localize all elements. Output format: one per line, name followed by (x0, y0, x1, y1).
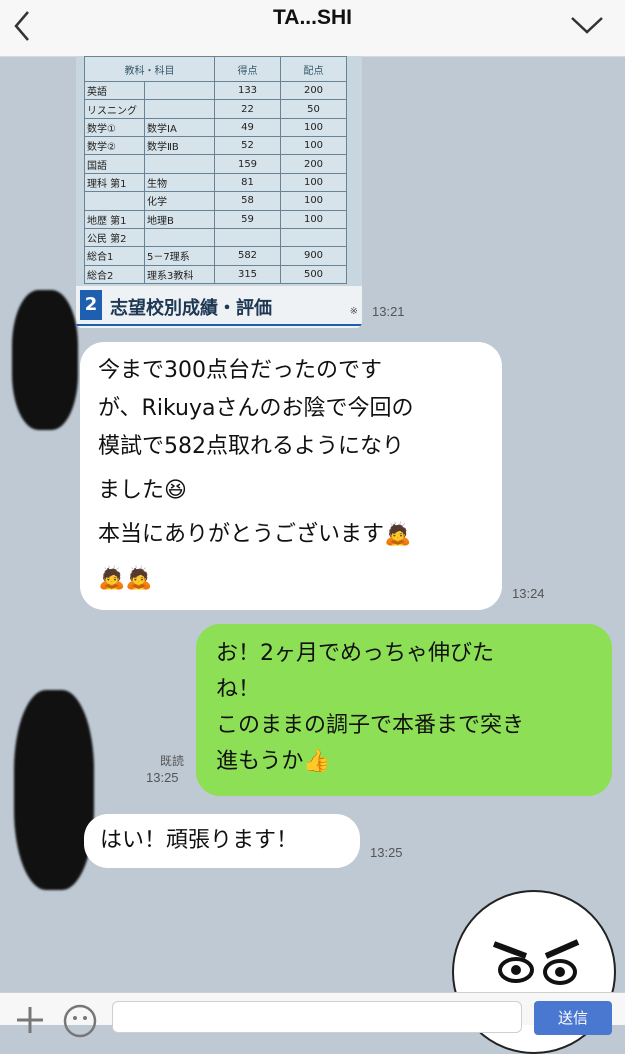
row-score: 81 (214, 172, 281, 193)
table-row: 理科 第1 生物 81 100 (84, 172, 347, 193)
row-sub: 生物 (144, 172, 215, 193)
section-title: 志望校別成績・評価 (110, 298, 272, 319)
message-time: 13:25 (146, 770, 179, 785)
row-score: 49 (214, 117, 281, 138)
send-button[interactable]: 送信 (534, 1001, 612, 1035)
message-time: 13:21 (372, 304, 405, 319)
message-line: 模試で582点取れるようになり (98, 434, 404, 459)
row-sub (144, 99, 215, 119)
row-score: 315 (214, 264, 281, 285)
table-row: 国語 159 200 (84, 154, 347, 174)
row-sub (144, 154, 215, 174)
message-line: が、Rikuyaさんのお陰で今回の (98, 396, 414, 421)
chat-header: TA...SHI (0, 0, 625, 57)
message-line: 今まで300点台だったのです (98, 358, 382, 383)
row-max: 100 (280, 136, 347, 156)
row-max: 200 (280, 80, 347, 101)
table-row: 数学① 数学ⅠA 49 100 (84, 117, 347, 138)
chevron-down-icon[interactable] (569, 12, 605, 38)
row-sub (144, 227, 215, 248)
table-row: 数学② 数学ⅡB 52 100 (84, 136, 347, 156)
row-label (84, 191, 145, 211)
sent-message-bubble[interactable]: お！2ヶ月でめっちゃ伸びた ね！ このままの調子で本番まで突き 進もうか👍 (196, 624, 612, 796)
received-message-bubble[interactable]: はい！頑張ります！ (84, 814, 360, 868)
score-table: 教科・科目 得点 配点 英語 133 200 リスニング 22 50 数学① 数学ⅠA 49… (84, 56, 347, 285)
message-line: ました😆 (98, 478, 187, 503)
table-row: 公民 第2 (84, 227, 347, 248)
row-score: 159 (214, 154, 281, 174)
row-max: 100 (280, 117, 347, 138)
row-label: リスニング (84, 99, 145, 119)
received-message-bubble[interactable]: 今まで300点台だったのです が、Rikuyaさんのお陰で今回の 模試で582点… (80, 342, 502, 610)
table-row: 化学 58 100 (84, 191, 347, 211)
row-max: 200 (280, 154, 347, 174)
table-row: 総合2 理系3教科 315 500 (84, 264, 347, 285)
input-bar: 送信 (0, 992, 625, 1038)
row-sub: 理系3教科 (144, 264, 215, 285)
row-sub: 地理B (144, 209, 215, 229)
table-row: 地歴 第1 地理B 59 100 (84, 209, 347, 229)
row-label: 理科 第1 (84, 172, 145, 193)
read-receipt: 既読 (160, 754, 185, 768)
row-score (214, 227, 281, 248)
avatar[interactable] (14, 690, 94, 890)
section-heading: 2 志望校別成績・評価 ※ (76, 286, 362, 328)
row-label: 数学① (84, 117, 145, 138)
message-line: お！2ヶ月でめっちゃ伸びた (216, 641, 494, 666)
message-line: ね！ (216, 677, 261, 702)
row-sub: 数学ⅠA (144, 117, 215, 138)
avatar[interactable] (12, 290, 78, 430)
row-label: 総合1 (84, 246, 145, 266)
row-score: 58 (214, 191, 281, 211)
emoji-icon[interactable] (62, 1003, 98, 1039)
message-line: 本当にありがとうございます🙇 (98, 522, 412, 547)
row-max: 100 (280, 191, 347, 211)
section-number: 2 (80, 290, 102, 320)
section-divider (76, 324, 362, 326)
table-row: 英語 133 200 (84, 80, 347, 101)
table-row: リスニング 22 50 (84, 99, 347, 119)
row-label: 英語 (84, 80, 145, 101)
row-score: 582 (214, 246, 281, 266)
row-sub: 5－7理系 (144, 246, 215, 266)
message-time: 13:24 (512, 586, 545, 601)
section-note: ※ (349, 306, 358, 317)
row-label: 数学② (84, 136, 145, 156)
plus-icon[interactable] (14, 1003, 46, 1033)
row-label: 公民 第2 (84, 227, 145, 248)
column-header-subject: 教科・科目 (84, 56, 215, 82)
row-max: 50 (280, 99, 347, 119)
message-time: 13:25 (370, 845, 403, 860)
row-score: 22 (214, 99, 281, 119)
row-max: 500 (280, 264, 347, 285)
chat-title: TA...SHI (273, 6, 352, 29)
message-line: はい！頑張ります！ (100, 828, 299, 853)
row-max: 900 (280, 246, 347, 266)
column-header-max: 配点 (280, 56, 347, 82)
row-score: 59 (214, 209, 281, 229)
row-max: 100 (280, 172, 347, 193)
message-line: 🙇🙇 (98, 566, 153, 591)
row-sub: 化学 (144, 191, 215, 211)
row-max (280, 227, 347, 248)
row-score: 133 (214, 80, 281, 101)
row-sub (144, 80, 215, 101)
message-line: 進もうか👍 (216, 749, 331, 774)
message-line: このままの調子で本番まで突き (216, 713, 525, 738)
row-label: 総合2 (84, 264, 145, 285)
message-input[interactable] (112, 1001, 522, 1033)
row-sub: 数学ⅡB (144, 136, 215, 156)
table-row: 総合1 5－7理系 582 900 (84, 246, 347, 266)
row-max: 100 (280, 209, 347, 229)
row-label: 地歴 第1 (84, 209, 145, 229)
score-sheet-photo[interactable]: 教科・科目 得点 配点 英語 133 200 リスニング 22 50 数学① 数学ⅠA 49… (76, 56, 362, 328)
column-header-score: 得点 (214, 56, 281, 82)
row-label: 国語 (84, 154, 145, 174)
row-score: 52 (214, 136, 281, 156)
